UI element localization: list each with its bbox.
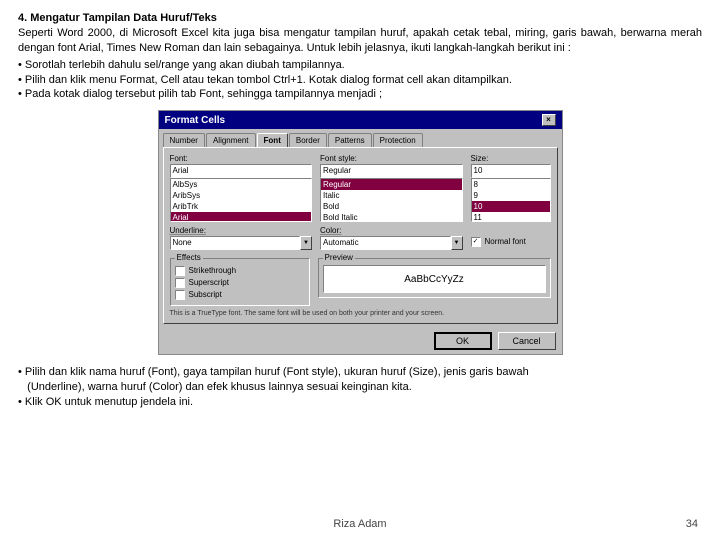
preview-group: Preview AaBbCcYyZz [318, 258, 551, 298]
list-item[interactable]: 10 [472, 201, 550, 212]
font-style-label: Font style: [320, 154, 463, 163]
font-panel: Font: Arial AlbSys AribSys AribTrk Arial… [163, 147, 558, 324]
strikethrough-label: Strikethrough [189, 265, 237, 277]
format-cells-dialog: Format Cells × Number Alignment Font Bor… [158, 110, 563, 355]
list-item[interactable]: 11 [472, 212, 550, 222]
bullet-4a: • Pilih dan klik nama huruf (Font), gaya… [18, 365, 702, 380]
bullet-1: • Sorotlah terlebih dahulu sel/range yan… [18, 58, 702, 73]
section-heading: 4. Mengatur Tampilan Data Huruf/Teks [18, 12, 702, 24]
cancel-button[interactable]: Cancel [498, 332, 556, 350]
list-item[interactable]: 9 [472, 190, 550, 201]
strikethrough-checkbox[interactable]: Strikethrough [175, 265, 305, 277]
preview-box: AaBbCcYyZz [323, 265, 546, 293]
bullet-4b: (Underline), warna huruf (Color) dan efe… [18, 380, 702, 395]
list-item[interactable]: AribSys [171, 190, 312, 201]
size-input[interactable]: 10 [471, 164, 551, 178]
tab-number[interactable]: Number [163, 133, 205, 147]
list-item[interactable]: Regular [321, 179, 462, 190]
font-listbox[interactable]: AlbSys AribSys AribTrk Arial [170, 178, 313, 222]
list-item[interactable]: AlbSys [171, 179, 312, 190]
color-dropdown[interactable]: Automatic ▼ [320, 236, 463, 250]
bullet-5: • Klik OK untuk menutup jendela ini. [18, 395, 702, 410]
tab-patterns[interactable]: Patterns [328, 133, 372, 147]
checkbox-icon[interactable] [175, 278, 185, 288]
intro-paragraph: Seperti Word 2000, di Microsoft Excel ki… [18, 26, 702, 56]
size-label: Size: [471, 154, 551, 163]
tab-border[interactable]: Border [289, 133, 327, 147]
checkbox-icon[interactable] [175, 290, 185, 300]
effects-label: Effects [175, 253, 203, 262]
tab-protection[interactable]: Protection [373, 133, 423, 147]
list-item[interactable]: Arial [171, 212, 312, 222]
subscript-label: Subscript [189, 289, 222, 301]
dialog-titlebar: Format Cells × [159, 111, 562, 129]
close-icon[interactable]: × [542, 114, 556, 126]
after-dialog-text: • Pilih dan klik nama huruf (Font), gaya… [18, 365, 702, 410]
tab-strip: Number Alignment Font Border Patterns Pr… [159, 129, 562, 147]
bullet-2: • Pilih dan klik menu Format, Cell atau … [18, 73, 702, 88]
color-label: Color: [320, 226, 463, 235]
author-name: Riza Adam [333, 518, 386, 530]
dialog-buttons: OK Cancel [159, 328, 562, 354]
underline-label: Underline: [170, 226, 313, 235]
chevron-down-icon[interactable]: ▼ [451, 236, 463, 250]
preview-label: Preview [323, 253, 355, 262]
underline-value: None [170, 236, 301, 250]
effects-group: Effects Strikethrough Superscript Subscr… [170, 258, 310, 306]
subscript-checkbox[interactable]: Subscript [175, 289, 305, 301]
checkbox-icon[interactable]: ✓ [471, 237, 481, 247]
bullet-3: • Pada kotak dialog tersebut pilih tab F… [18, 87, 702, 102]
list-item[interactable]: Bold Italic [321, 212, 462, 222]
list-item[interactable]: Bold [321, 201, 462, 212]
truetype-note: This is a TrueType font. The same font w… [170, 310, 551, 317]
color-value: Automatic [320, 236, 451, 250]
font-style-input[interactable]: Regular [320, 164, 463, 178]
superscript-checkbox[interactable]: Superscript [175, 277, 305, 289]
normal-font-checkbox[interactable]: ✓ Normal font [471, 236, 551, 248]
tab-alignment[interactable]: Alignment [206, 133, 256, 147]
font-input[interactable]: Arial [170, 164, 313, 178]
checkbox-icon[interactable] [175, 266, 185, 276]
font-label: Font: [170, 154, 313, 163]
underline-dropdown[interactable]: None ▼ [170, 236, 313, 250]
normal-font-label: Normal font [485, 236, 526, 248]
list-item[interactable]: AribTrk [171, 201, 312, 212]
page-number: 34 [686, 518, 698, 530]
list-item[interactable]: 8 [472, 179, 550, 190]
ok-button[interactable]: OK [434, 332, 492, 350]
chevron-down-icon[interactable]: ▼ [300, 236, 312, 250]
dialog-title: Format Cells [165, 115, 226, 126]
format-cells-dialog-wrap: Format Cells × Number Alignment Font Bor… [158, 110, 563, 355]
list-item[interactable]: Italic [321, 190, 462, 201]
superscript-label: Superscript [189, 277, 229, 289]
size-listbox[interactable]: 8 9 10 11 [471, 178, 551, 222]
tab-font[interactable]: Font [257, 133, 288, 147]
font-style-listbox[interactable]: Regular Italic Bold Bold Italic [320, 178, 463, 222]
